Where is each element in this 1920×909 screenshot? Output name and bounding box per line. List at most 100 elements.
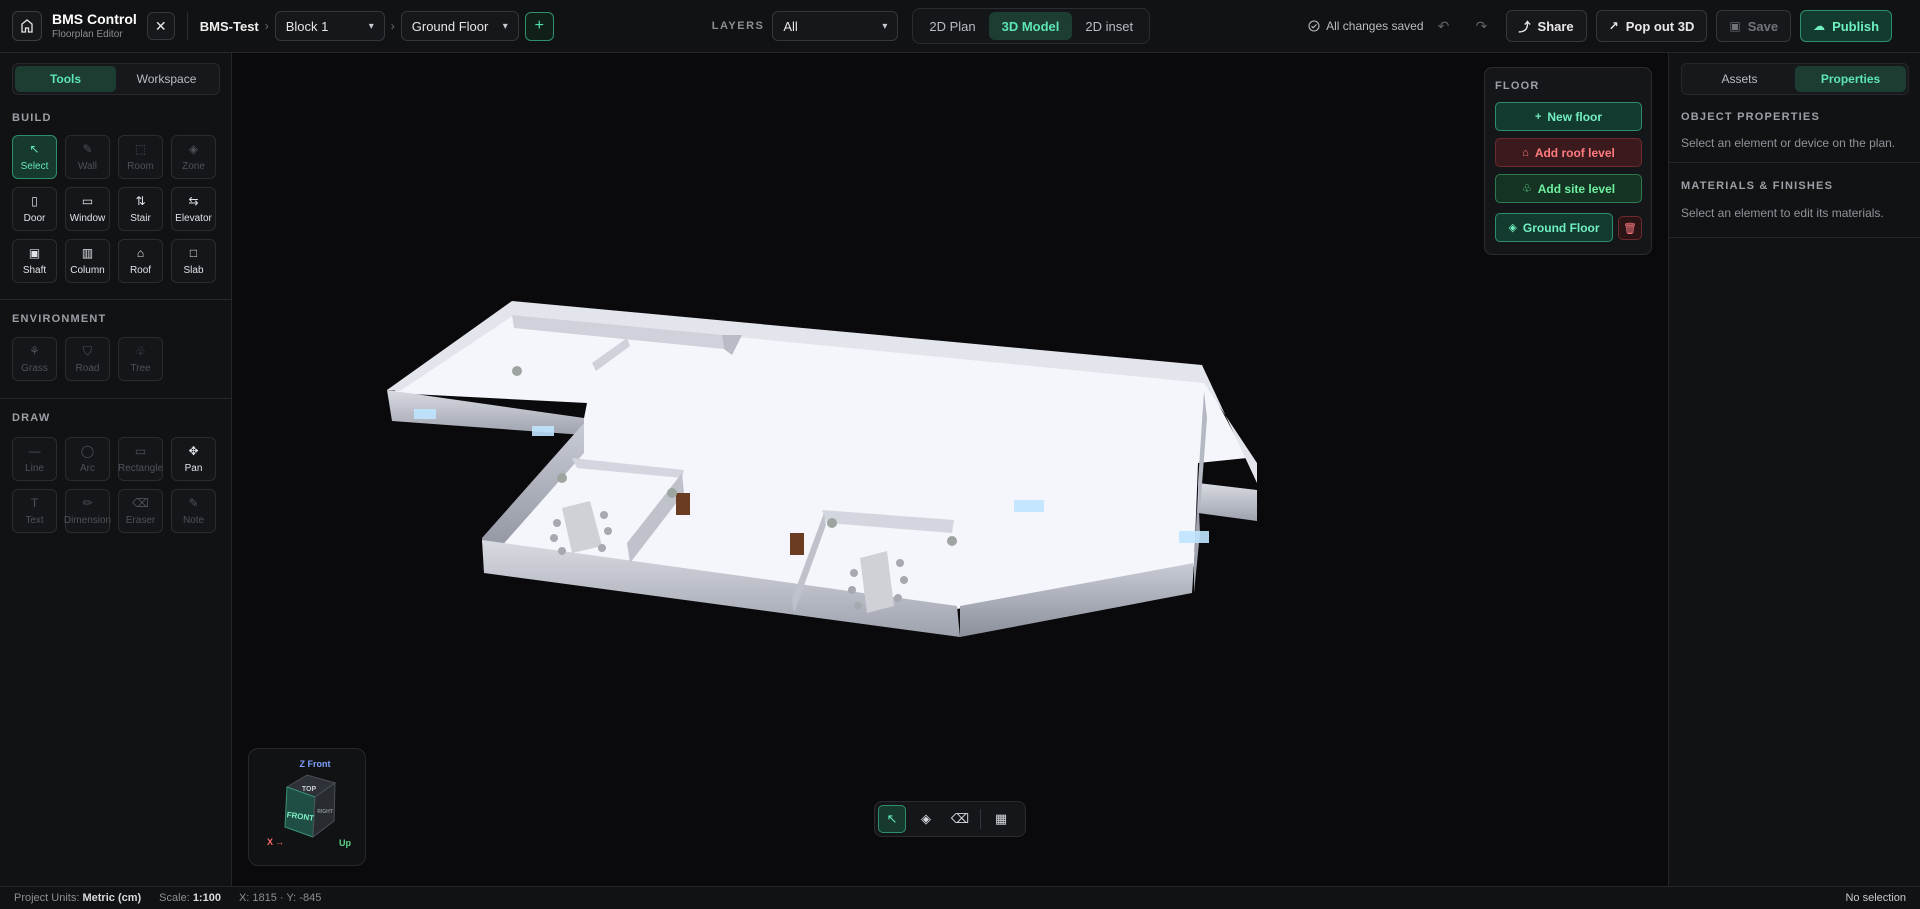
layers-select[interactable]: All ▾	[772, 11, 899, 41]
tool-road[interactable]: ⛉ Road	[65, 337, 110, 381]
popout-3d-button[interactable]: ↗ Pop out 3D	[1595, 10, 1708, 42]
new-floor-button[interactable]: + New floor	[1495, 102, 1642, 131]
tool-slab[interactable]: □ Slab	[171, 239, 216, 283]
tab-assets[interactable]: Assets	[1684, 66, 1795, 92]
tab-properties[interactable]: Properties	[1795, 66, 1906, 92]
tool-roof[interactable]: ⌂ Roof	[118, 239, 163, 283]
tool-rectangle[interactable]: ▭ Rectangle	[118, 437, 163, 481]
tool-room[interactable]: ⬚ Room	[118, 135, 163, 179]
floor-panel-title: FLOOR	[1495, 80, 1540, 92]
tool-dimension[interactable]: ✏ Dimension	[64, 489, 111, 533]
tool-column[interactable]: ▥ Column	[65, 239, 110, 283]
arc-icon: ◯	[80, 443, 95, 458]
tool-note[interactable]: ✎ Note	[171, 489, 216, 533]
building-3d-model[interactable]	[232, 53, 1668, 886]
add-roof-level-button[interactable]: ⌂ Add roof level	[1495, 138, 1642, 167]
navcube-right-label: RIGHT	[317, 809, 333, 815]
divider	[1669, 162, 1920, 163]
units-value: Metric (cm)	[82, 892, 142, 904]
chevron-down-icon: ▾	[368, 20, 374, 32]
tool-label: Eraser	[125, 514, 156, 526]
breadcrumb-project[interactable]: BMS-Test	[200, 19, 259, 34]
floor-select-value: Ground Floor	[411, 18, 489, 34]
tool-stair[interactable]: ⇅ Stair	[118, 187, 163, 231]
divider	[186, 12, 188, 40]
new-floor-label: New floor	[1547, 109, 1603, 124]
chevron-down-icon: ▾	[502, 20, 508, 32]
add-floor-plus-icon[interactable]: +	[524, 11, 554, 41]
home-logo-icon[interactable]	[12, 11, 42, 41]
tool-label: Rectangle	[117, 462, 164, 474]
grid-icon[interactable]: ▦	[987, 805, 1015, 833]
floor-panel: FLOOR + New floor ⌂ Add roof level ♧ Add…	[1484, 67, 1652, 255]
tab-2d-plan[interactable]: 2D Plan	[916, 12, 988, 40]
tool-label: Note	[182, 514, 205, 526]
tool-wall[interactable]: ✎ Wall	[65, 135, 110, 179]
3d-viewport[interactable]: ↖ ◈ ⌫ ▦	[232, 53, 1668, 886]
save-button[interactable]: ▣ Save	[1716, 10, 1792, 42]
view-mode-tabs: 2D Plan 3D Model 2D inset	[912, 8, 1151, 44]
tab-workspace[interactable]: Workspace	[116, 66, 217, 92]
text-icon: T	[30, 495, 39, 510]
tool-label: Door	[23, 212, 46, 224]
tool-grass[interactable]: ⚘ Grass	[12, 337, 57, 381]
app-root: BMS Control Floorplan Editor ✕ BMS-Test …	[0, 0, 1920, 909]
shaft-icon: ▣	[28, 245, 41, 260]
layers-select-value: All	[783, 18, 798, 34]
eraser-icon: ⌫	[132, 495, 149, 510]
pointer-icon[interactable]: ↖	[878, 805, 906, 833]
floor-select[interactable]: Ground Floor ▾	[400, 11, 519, 41]
dimension-icon: ✏	[82, 495, 93, 510]
tool-line[interactable]: — Line	[12, 437, 57, 481]
tool-shaft[interactable]: ▣ Shaft	[12, 239, 57, 283]
trash-icon[interactable]: 🗑	[1618, 216, 1642, 240]
ground-floor-label: Ground Floor	[1522, 220, 1600, 235]
block-select[interactable]: Block 1 ▾	[274, 11, 385, 41]
select-icon: ↖	[29, 141, 40, 156]
tool-select[interactable]: ↖ Select	[12, 135, 57, 179]
app-subtitle: Floorplan Editor	[52, 29, 123, 41]
tool-label: Arc	[80, 462, 95, 474]
right-sidebar: Assets Properties OBJECT PROPERTIES Sele…	[1668, 53, 1920, 886]
publish-button[interactable]: ☁ Publish	[1800, 10, 1893, 42]
navcube-top-label: TOP	[302, 786, 317, 793]
app-title: BMS Control	[52, 10, 137, 27]
tool-label: Text	[25, 514, 44, 526]
tool-text[interactable]: T Text	[12, 489, 57, 533]
materials-hint: Select an element to edit its materials.	[1681, 206, 1884, 220]
ground-floor-button[interactable]: ◈ Ground Floor	[1495, 213, 1613, 242]
orbit-icon[interactable]: ◈	[912, 805, 940, 833]
tool-tree[interactable]: ♧ Tree	[118, 337, 163, 381]
roof-icon: ⌂	[136, 245, 145, 260]
right-tabs: Assets Properties	[1681, 63, 1909, 95]
tool-door[interactable]: ▯ Door	[12, 187, 57, 231]
tool-eraser[interactable]: ⌫ Eraser	[118, 489, 163, 533]
undo-icon[interactable]: ↶	[1430, 12, 1458, 40]
chevron-right-icon: ›	[264, 19, 269, 33]
plus-icon: +	[1534, 110, 1542, 123]
brand: BMS Control Floorplan Editor	[52, 10, 137, 41]
tab-2d-inset[interactable]: 2D inset	[1072, 12, 1146, 40]
status-bar: Project Units: Metric (cm) Scale: 1:100 …	[0, 886, 1920, 909]
navcube-z-label: Z Front	[300, 759, 331, 769]
nav-cube[interactable]: Z Front TOP FRONT RIGHT X → Up	[248, 748, 366, 866]
tool-label: Roof	[129, 264, 152, 276]
tool-label: Grass	[21, 362, 48, 374]
tool-arc[interactable]: ◯ Arc	[65, 437, 110, 481]
tab-3d-model[interactable]: 3D Model	[988, 12, 1073, 40]
eraser-icon[interactable]: ⌫	[946, 805, 974, 833]
add-site-level-button[interactable]: ♧ Add site level	[1495, 174, 1642, 203]
tool-label: Line	[25, 462, 44, 474]
tool-zone[interactable]: ◈ Zone	[171, 135, 216, 179]
close-icon[interactable]: ✕	[146, 12, 175, 40]
divider	[1669, 237, 1920, 238]
share-button[interactable]: ⤴ Share	[1505, 10, 1587, 42]
tool-label: Elevator	[175, 212, 212, 224]
tool-window[interactable]: ▭ Window	[65, 187, 110, 231]
tab-tools[interactable]: Tools	[15, 66, 116, 92]
external-link-icon: ↗	[1608, 19, 1619, 33]
elevator-icon: ⇆	[188, 193, 199, 208]
tool-pan[interactable]: ✥ Pan	[171, 437, 216, 481]
redo-icon[interactable]: ↷	[1468, 12, 1496, 40]
tool-elevator[interactable]: ⇆ Elevator	[171, 187, 216, 231]
